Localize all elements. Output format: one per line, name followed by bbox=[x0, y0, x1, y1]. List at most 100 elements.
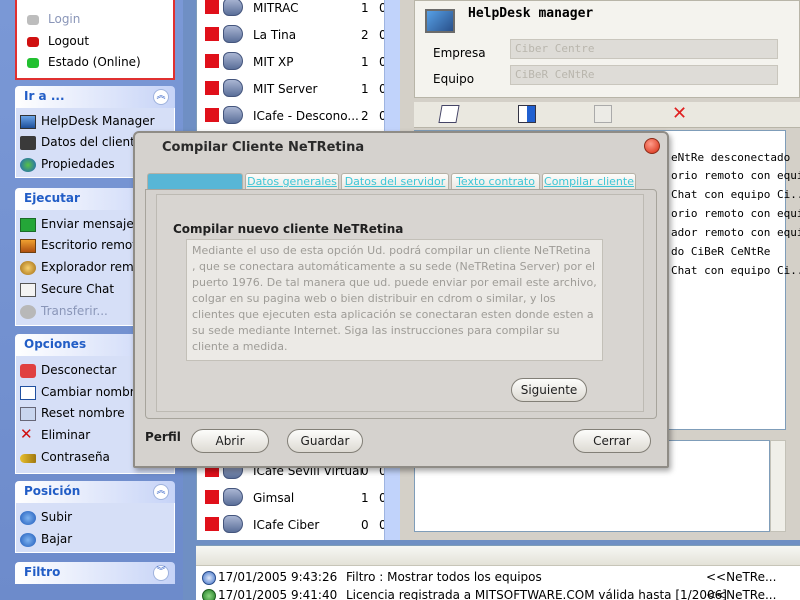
logout-icon bbox=[27, 37, 39, 47]
bajar[interactable]: Bajar bbox=[18, 530, 168, 550]
rename-icon bbox=[20, 386, 36, 400]
event-user: <<NeTRe... bbox=[706, 570, 777, 584]
session-panel: Login Logout Estado (Online) bbox=[15, 0, 175, 80]
log-line: ador remoto con equi... bbox=[671, 226, 800, 239]
siguiente-button[interactable]: Siguiente bbox=[511, 378, 587, 402]
computer-name: MIT Server bbox=[253, 82, 318, 96]
event-date: 17/01/2005 9:43:26 bbox=[218, 570, 338, 584]
globe-icon bbox=[202, 589, 216, 600]
event-row[interactable]: 17/01/2005 9:43:26 Filtro : Mostrar todo… bbox=[196, 569, 800, 587]
escritorio-remoto-label: Escritorio remoto bbox=[41, 238, 145, 252]
list-item[interactable]: MIT XP 1 0 bbox=[203, 50, 388, 74]
ira-datos-label: Datos del cliente bbox=[41, 135, 143, 149]
event-date: 17/01/2005 9:41:40 bbox=[218, 588, 338, 600]
ira-header[interactable]: Ir a ... ︽ bbox=[15, 86, 175, 108]
cerrar-button[interactable]: Cerrar bbox=[573, 429, 651, 453]
computer-icon bbox=[223, 0, 243, 16]
status-link[interactable]: Estado (Online) bbox=[25, 53, 175, 73]
expand-icon[interactable]: ︾ bbox=[153, 565, 169, 581]
online-icon bbox=[27, 58, 39, 68]
plug-icon bbox=[223, 52, 243, 70]
login-link[interactable]: Login bbox=[25, 10, 175, 30]
collapse-icon[interactable]: ︽ bbox=[153, 484, 169, 500]
list-item[interactable]: ICafe Ciber 0 0 bbox=[203, 513, 388, 537]
import-icon[interactable] bbox=[594, 105, 612, 123]
computer-name: MITRAC bbox=[253, 1, 299, 15]
up-arrow-icon bbox=[20, 511, 36, 525]
enviar-mensaje-label: Enviar mensaje bbox=[41, 217, 134, 231]
monitor-icon bbox=[425, 9, 455, 33]
empresa-label: Empresa bbox=[433, 46, 486, 60]
edit-icon[interactable] bbox=[438, 105, 460, 123]
plug-icon bbox=[223, 79, 243, 97]
plug-icon bbox=[223, 25, 243, 43]
message-icon bbox=[20, 218, 36, 232]
equipo-field[interactable]: CiBeR CeNtRe bbox=[510, 65, 778, 85]
status-label: Estado (Online) bbox=[48, 55, 141, 69]
chat-icon bbox=[20, 283, 36, 297]
export-icon[interactable] bbox=[518, 105, 536, 123]
list-item[interactable]: Gimsal 1 0 bbox=[203, 486, 388, 510]
filtro-header[interactable]: Filtro ︾ bbox=[15, 562, 175, 584]
equipo-label: Equipo bbox=[433, 72, 475, 86]
list-item[interactable]: La Tina 2 0 bbox=[203, 23, 388, 47]
empresa-field[interactable]: Ciber Centre bbox=[510, 39, 778, 59]
abrir-button[interactable]: Abrir bbox=[191, 429, 269, 453]
bajar-label: Bajar bbox=[41, 532, 73, 546]
disconnect-icon bbox=[20, 364, 36, 378]
description-text: Mediante el uso de esta opción Ud. podrá… bbox=[186, 239, 603, 361]
info-icon bbox=[202, 571, 216, 585]
transfer-icon bbox=[20, 305, 36, 319]
status-icon bbox=[205, 108, 219, 122]
subir-label: Subir bbox=[41, 510, 73, 524]
count-a: 2 bbox=[361, 109, 369, 123]
detail-scrollbar[interactable] bbox=[770, 440, 786, 532]
count-a: 1 bbox=[361, 1, 369, 15]
computer-name: Gimsal bbox=[253, 491, 295, 505]
event-log[interactable]: 17/01/2005 9:43:26 Filtro : Mostrar todo… bbox=[196, 545, 800, 600]
posicion-panel: Subir Bajar bbox=[15, 503, 175, 553]
ira-propiedades-label: Propiedades bbox=[41, 157, 115, 171]
event-message: Filtro : Mostrar todos los equipos bbox=[346, 570, 542, 584]
event-row[interactable]: 17/01/2005 9:41:40 Licencia registrada a… bbox=[196, 587, 800, 600]
delete-icon[interactable]: ✕ bbox=[672, 105, 690, 123]
filtro-title: Filtro bbox=[24, 565, 61, 579]
compilar-dialog: Compilar Cliente NeTRetina Compilar clie… bbox=[133, 131, 669, 468]
plug-icon bbox=[223, 515, 243, 533]
ira-helpdesk[interactable]: HelpDesk Manager bbox=[18, 112, 168, 132]
list-item[interactable]: MITRAC 1 0 bbox=[203, 0, 388, 20]
status-icon bbox=[205, 0, 219, 14]
helpdesk-card: HelpDesk manager Empresa Ciber Centre Eq… bbox=[414, 0, 800, 98]
reset-nombre-label: Reset nombre bbox=[41, 406, 125, 420]
computer-name: MIT XP bbox=[253, 55, 294, 69]
plug-icon bbox=[223, 488, 243, 506]
list-item[interactable]: MIT Server 1 0 bbox=[203, 77, 388, 101]
status-icon bbox=[205, 27, 219, 41]
login-label: Login bbox=[48, 12, 81, 26]
guardar-button[interactable]: Guardar bbox=[287, 429, 363, 453]
status-icon bbox=[205, 54, 219, 68]
contrasena-label: Contraseña bbox=[41, 450, 110, 464]
list-item[interactable]: ICafe - Descono... 2 0 bbox=[203, 104, 388, 128]
eliminar-label: Eliminar bbox=[41, 428, 91, 442]
transferir-label: Transferir... bbox=[41, 304, 108, 318]
plug-icon bbox=[223, 106, 243, 124]
computer-name: ICafe - Descono... bbox=[253, 109, 359, 123]
posicion-header[interactable]: Posición ︽ bbox=[15, 481, 175, 503]
globe-icon bbox=[20, 158, 36, 172]
helpdesk-icon bbox=[20, 115, 36, 129]
close-icon[interactable] bbox=[644, 138, 660, 154]
posicion-title: Posición bbox=[24, 484, 81, 498]
status-icon bbox=[205, 81, 219, 95]
app-window: Login Logout Estado (Online) Ir a ... ︽ … bbox=[0, 0, 800, 600]
helpdesk-title: HelpDesk manager bbox=[468, 6, 594, 21]
status-icon bbox=[205, 517, 219, 531]
remote-desktop-icon bbox=[20, 239, 36, 253]
subir[interactable]: Subir bbox=[18, 508, 168, 528]
reset-icon bbox=[20, 407, 36, 421]
ejecutar-title: Ejecutar bbox=[24, 191, 80, 205]
log-line: eNtRe desconectado bbox=[671, 151, 791, 164]
collapse-icon[interactable]: ︽ bbox=[153, 89, 169, 105]
logout-link[interactable]: Logout bbox=[25, 32, 175, 52]
log-line: do CiBeR CeNtRe bbox=[671, 245, 771, 258]
